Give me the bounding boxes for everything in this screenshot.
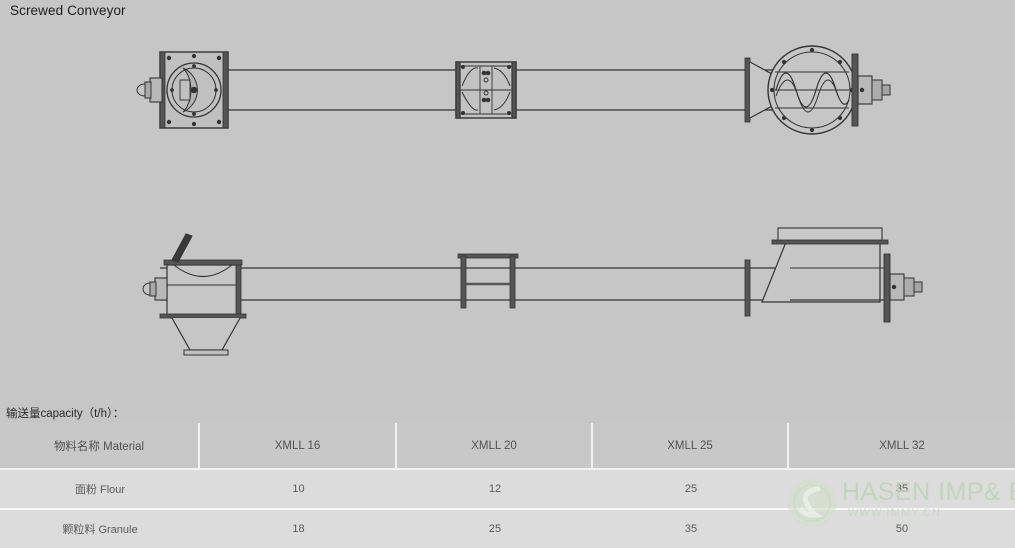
capacity-caption: 输送量capacity（t/h）： xyxy=(6,408,125,420)
table-header-xmll32: XMLL 32 xyxy=(789,423,1015,470)
table-header-material: 物料名称 Material xyxy=(0,423,200,470)
screw-conveyor-plan-view xyxy=(136,45,891,135)
table-header-row: 物料名称 Material XMLL 16 XMLL 20 XMLL 25 XM… xyxy=(0,423,1015,470)
table-row: 面粉 Flour 10 12 25 35 xyxy=(0,470,1015,510)
cell-granule-xmll20: 25 xyxy=(397,510,593,548)
capacity-table: 物料名称 Material XMLL 16 XMLL 20 XMLL 25 XM… xyxy=(0,423,1015,548)
table-row: 颗粒料 Granule 18 25 35 50 xyxy=(0,510,1015,548)
cell-granule-xmll16: 18 xyxy=(200,510,397,548)
hopper-lid-handle xyxy=(171,233,193,263)
table-header-xmll16: XMLL 16 xyxy=(200,423,397,470)
discharge-housing-with-screw xyxy=(749,45,857,135)
cell-flour-xmll20: 12 xyxy=(397,470,593,510)
inlet-hopper xyxy=(159,233,247,356)
row-material-granule: 颗粒料 Granule xyxy=(0,510,200,548)
discharge-inlet-flange xyxy=(744,57,751,123)
screw-conveyor-elevation-view xyxy=(142,227,923,356)
cell-flour-xmll16: 10 xyxy=(200,470,397,510)
center-inspection-hatch xyxy=(455,61,517,119)
table-header-xmll25: XMLL 25 xyxy=(593,423,789,470)
outlet-inlet-flange xyxy=(744,259,751,317)
discharge-cone xyxy=(171,317,241,351)
cell-granule-xmll32: 50 xyxy=(789,510,1015,548)
cell-granule-xmll25: 35 xyxy=(593,510,789,548)
table-header-xmll20: XMLL 20 xyxy=(397,423,593,470)
motor-shaft-stub xyxy=(136,77,163,103)
end-bearing xyxy=(851,53,891,127)
row-material-flour: 面粉 Flour xyxy=(0,470,200,510)
outlet-chute xyxy=(761,227,889,303)
outlet-end-flange xyxy=(883,253,891,323)
page-root: Screwed Conveyor 输送量capacity（t/h）： 物料名称 … xyxy=(0,0,1015,548)
side-shaft-stub xyxy=(142,277,168,301)
drive-motor-housing xyxy=(159,51,229,129)
cell-flour-xmll32: 35 xyxy=(789,470,1015,510)
page-title: Screwed Conveyor xyxy=(10,3,126,18)
cell-flour-xmll25: 25 xyxy=(593,470,789,510)
end-bearing-side xyxy=(889,273,923,301)
